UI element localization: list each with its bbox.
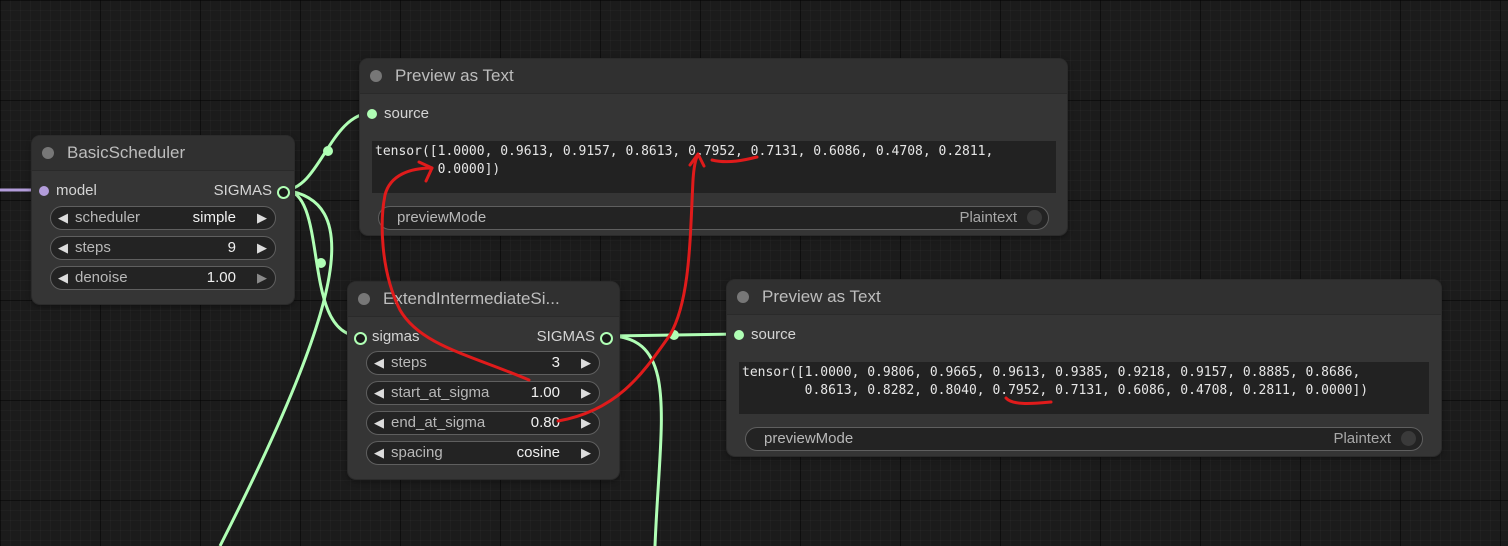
decrement-arrow-icon[interactable]: ◀ [374, 415, 384, 431]
sigmas-input-slot-icon[interactable] [354, 332, 367, 345]
widget-name: steps [391, 354, 427, 371]
denoise-number[interactable]: ◀ denoise 1.00 ▶ [50, 266, 276, 290]
sigmas-output-slot-icon[interactable] [277, 186, 290, 199]
collapse-dot-icon[interactable] [358, 293, 370, 305]
widget-name: denoise [75, 269, 128, 286]
decrement-arrow-icon[interactable]: ◀ [374, 355, 384, 371]
source-input-label: source [751, 326, 797, 343]
node-title: Preview as Text [762, 287, 881, 306]
widget-value: 9 [227, 239, 236, 256]
increment-arrow-icon[interactable]: ▶ [581, 385, 591, 401]
node-title: ExtendIntermediateSi... [383, 289, 560, 308]
widget-name: scheduler [75, 209, 141, 226]
widget-name: previewMode [764, 430, 854, 447]
node-title: BasicScheduler [67, 143, 186, 162]
toggle-knob-icon[interactable] [1027, 210, 1042, 225]
collapse-dot-icon[interactable] [42, 147, 54, 159]
steps-number[interactable]: ◀ steps 9 ▶ [50, 236, 276, 260]
increment-arrow-icon[interactable]: ▶ [581, 355, 591, 371]
widget-name: end_at_sigma [391, 414, 486, 431]
io-row: source [727, 326, 1441, 346]
text-line: tensor([1.0000, 0.9613, 0.9157, 0.8613, … [375, 144, 994, 159]
increment-arrow-icon[interactable]: ▶ [257, 210, 267, 226]
node-header[interactable]: ExtendIntermediateSi... [348, 282, 619, 317]
text-line: 0.0000]) [375, 162, 501, 177]
preview-text-node-2[interactable]: Preview as Text source tensor([1.0000, 0… [727, 280, 1441, 456]
widget-value: 0.80 [530, 414, 560, 431]
increment-arrow-icon[interactable]: ▶ [581, 415, 591, 431]
widget-name: start_at_sigma [391, 384, 490, 401]
io-row: source [360, 105, 1067, 125]
widget-name: spacing [391, 444, 443, 461]
widget-value: 1.00 [530, 384, 560, 401]
collapse-dot-icon[interactable] [737, 291, 749, 303]
source-input-label: source [384, 105, 430, 122]
increment-arrow-icon[interactable]: ▶ [257, 240, 267, 256]
text-line: 0.8613, 0.8282, 0.8040, 0.7952, 0.7131, … [742, 383, 1369, 398]
preview-text-node-1[interactable]: Preview as Text source tensor([1.0000, 0… [360, 59, 1067, 235]
decrement-arrow-icon[interactable]: ◀ [58, 210, 68, 226]
preview-mode-toggle[interactable]: previewMode Plaintext [378, 206, 1049, 230]
link-midpoint-dot[interactable] [323, 146, 333, 156]
widget-value: 3 [551, 354, 560, 371]
extend-intermediate-sigmas-node[interactable]: ExtendIntermediateSi... sigmas SIGMAS ◀ … [348, 282, 619, 479]
toggle-knob-icon[interactable] [1401, 431, 1416, 446]
sigmas-input-label: sigmas [372, 328, 420, 345]
node-header[interactable]: BasicScheduler [32, 136, 294, 171]
spacing-combo[interactable]: ◀ spacing cosine ▶ [366, 441, 600, 465]
widget-value: 1.00 [206, 269, 236, 286]
link-basic-to-preview1 [283, 111, 373, 192]
widget-value: simple [192, 209, 236, 226]
node-title: Preview as Text [395, 66, 514, 85]
source-input-slot-icon[interactable] [367, 109, 377, 119]
widget-value: Plaintext [1333, 430, 1391, 447]
decrement-arrow-icon[interactable]: ◀ [374, 445, 384, 461]
steps-number[interactable]: ◀ steps 3 ▶ [366, 351, 600, 375]
decrement-arrow-icon[interactable]: ◀ [374, 385, 384, 401]
model-input-slot-icon[interactable] [39, 186, 49, 196]
start-at-sigma-number[interactable]: ◀ start_at_sigma 1.00 ▶ [366, 381, 600, 405]
increment-arrow-icon[interactable]: ▶ [581, 445, 591, 461]
preview-mode-toggle[interactable]: previewMode Plaintext [745, 427, 1423, 451]
scheduler-combo[interactable]: ◀ scheduler simple ▶ [50, 206, 276, 230]
link-midpoint-dot[interactable] [669, 330, 679, 340]
end-at-sigma-number[interactable]: ◀ end_at_sigma 0.80 ▶ [366, 411, 600, 435]
basic-scheduler-node[interactable]: BasicScheduler model SIGMAS ◀ scheduler … [32, 136, 294, 304]
preview-text-area[interactable]: tensor([1.0000, 0.9806, 0.9665, 0.9613, … [739, 362, 1429, 414]
preview-text-area[interactable]: tensor([1.0000, 0.9613, 0.9157, 0.8613, … [372, 141, 1056, 193]
sigmas-output-label: SIGMAS [213, 182, 272, 199]
sigmas-output-label: SIGMAS [536, 328, 595, 345]
widget-value: cosine [516, 444, 560, 461]
collapse-dot-icon[interactable] [370, 70, 382, 82]
io-row: sigmas SIGMAS [348, 328, 619, 348]
node-header[interactable]: Preview as Text [727, 280, 1441, 315]
widget-value: Plaintext [959, 209, 1017, 226]
source-input-slot-icon[interactable] [734, 330, 744, 340]
widget-name: previewMode [397, 209, 487, 226]
decrement-arrow-icon[interactable]: ◀ [58, 240, 68, 256]
text-line: tensor([1.0000, 0.9806, 0.9665, 0.9613, … [742, 365, 1361, 380]
increment-arrow-icon[interactable]: ▶ [257, 270, 267, 286]
io-row: model SIGMAS [32, 182, 294, 202]
link-extend-to-preview2 [607, 332, 739, 338]
widget-name: steps [75, 239, 111, 256]
decrement-arrow-icon[interactable]: ◀ [58, 270, 68, 286]
link-midpoint-dot[interactable] [316, 258, 326, 268]
node-header[interactable]: Preview as Text [360, 59, 1067, 94]
model-input-label: model [56, 182, 97, 199]
sigmas-output-slot-icon[interactable] [600, 332, 613, 345]
